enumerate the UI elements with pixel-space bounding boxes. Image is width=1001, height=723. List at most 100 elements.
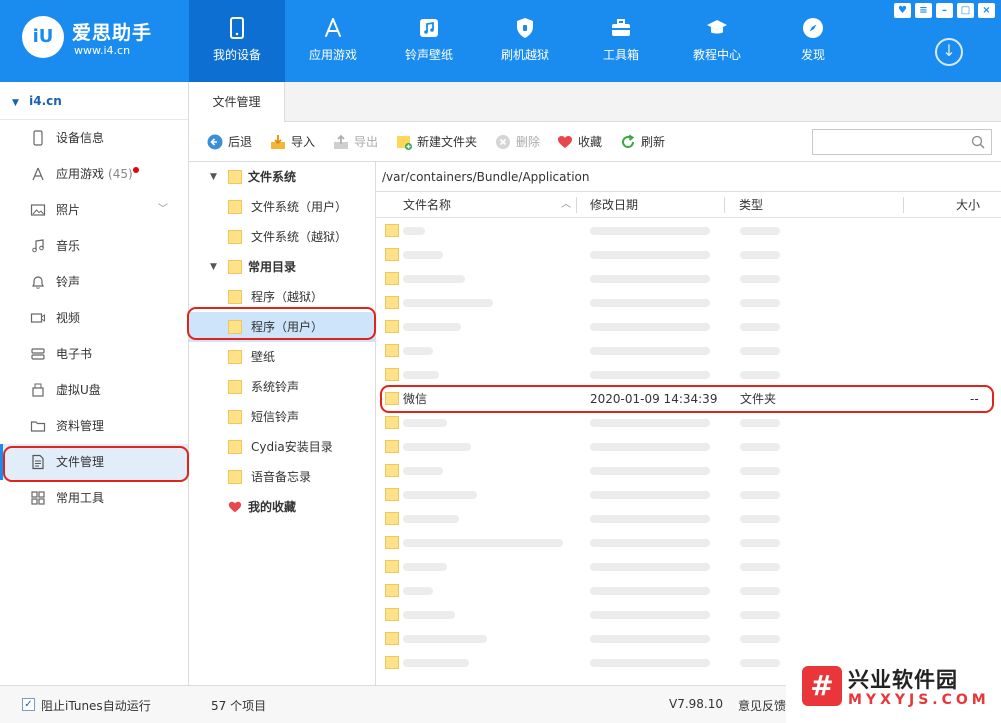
nav-ringtones-wallpapers[interactable]: 铃声壁纸 [381,0,477,82]
watermark-logo: # [802,666,842,706]
tree-item-filesystem-jailbreak[interactable]: 文件系统（越狱） [189,222,375,252]
tree-item-favorites[interactable]: 我的收藏 [189,492,375,522]
col-date[interactable]: 修改日期 [590,192,638,218]
file-row[interactable] [376,459,1001,483]
tree-item-sms-ringtones[interactable]: 短信铃声 [189,402,375,432]
column-divider[interactable] [576,197,577,213]
tree-item-system-ringtones[interactable]: 系统铃声 [189,372,375,402]
tree-item-voice-memos[interactable]: 语音备忘录 [189,462,375,492]
sidebar-item-virtual-usb[interactable]: 虚拟U盘 [0,372,188,408]
file-row[interactable] [376,555,1001,579]
sidebar-item-apps[interactable]: 应用游戏 (45) [0,156,188,192]
file-row[interactable] [376,435,1001,459]
caret-down-icon[interactable]: ▼ [210,162,217,192]
download-icon[interactable]: ↓ [935,38,963,66]
blurred-cell [403,347,433,355]
export-button[interactable]: 导出 [333,133,378,151]
search-icon[interactable] [971,135,985,149]
sidebar-item-data-management[interactable]: 资料管理 [0,408,188,444]
folder-icon [228,350,242,364]
file-row[interactable] [376,315,1001,339]
blurred-cell [403,563,447,571]
nav-flash-jailbreak[interactable]: 刷机越狱 [477,0,573,82]
search-input[interactable] [813,130,963,154]
nav-my-device[interactable]: 我的设备 [189,0,285,82]
sidebar-item-photos[interactable]: 照片 ﹀ [0,192,188,228]
item-count: 57 个项目 [211,699,267,713]
file-row[interactable] [376,411,1001,435]
favorite-button[interactable]: 收藏 [557,133,602,151]
new-folder-button[interactable]: 新建文件夹 [396,133,477,151]
menu-button[interactable]: ≡ [915,3,932,18]
file-row[interactable] [376,531,1001,555]
file-row[interactable] [376,627,1001,651]
music-note-icon [32,239,44,253]
sidebar-item-ringtones[interactable]: 铃声 [0,264,188,300]
blurred-cell [740,323,780,331]
skin-button[interactable]: ♥ [894,3,911,18]
sidebar-item-device-info[interactable]: 设备信息 [0,120,188,156]
import-button[interactable]: 导入 [270,133,315,151]
back-button[interactable]: 后退 [207,133,252,151]
maximize-button[interactable]: □ [957,3,974,18]
file-row[interactable] [376,579,1001,603]
tree-item-common-dirs[interactable]: ▼ 常用目录 [189,252,375,282]
tree-item-wallpaper[interactable]: 壁纸 [189,342,375,372]
col-type[interactable]: 类型 [739,192,763,218]
nav-tutorials[interactable]: 教程中心 [669,0,765,82]
folder-icon [228,470,242,484]
file-row[interactable] [376,291,1001,315]
feedback-link[interactable]: 意见反馈 [738,697,786,714]
tree-item-apps-user[interactable]: 程序（用户） [189,312,375,342]
nav-label: 工具箱 [602,48,639,62]
chevron-down-icon[interactable]: ﹀ [158,192,168,228]
file-list: 微信 2020-01-09 14:34:39 文件夹 -- [376,219,1001,685]
tree-item-filesystem-user[interactable]: 文件系统（用户） [189,192,375,222]
file-row[interactable] [376,339,1001,363]
close-button[interactable]: × [978,3,995,18]
tree-item-cydia[interactable]: Cydia安装目录 [189,432,375,462]
file-row[interactable] [376,243,1001,267]
col-name[interactable]: 文件名称 [403,192,451,218]
tree-item-label: 文件系统（用户） [251,200,348,214]
column-divider[interactable] [724,197,725,213]
logo-badge: iU [22,16,64,58]
nav-apps-games[interactable]: 应用游戏 [285,0,381,82]
sidebar-item-file-management[interactable]: 文件管理 [0,444,188,480]
file-row[interactable] [376,219,1001,243]
sidebar-item-ebooks[interactable]: 电子书 [0,336,188,372]
sidebar-item-music[interactable]: 音乐 [0,228,188,264]
watermark-url: MYXYJS.COM [848,692,990,708]
file-row[interactable] [376,363,1001,387]
file-row[interactable] [376,483,1001,507]
minimize-button[interactable]: – [936,3,953,18]
blurred-cell [740,563,780,571]
sidebar-item-videos[interactable]: 视频 [0,300,188,336]
tree-item-label: 文件系统（越狱） [251,230,348,244]
path-bar[interactable]: /var/containers/Bundle/Application [376,162,1001,192]
file-row[interactable] [376,267,1001,291]
device-header[interactable]: ▼ i4.cn [0,82,188,120]
tree-item-apps-jailbreak[interactable]: 程序（越狱） [189,282,375,312]
caret-down-icon[interactable]: ▼ [210,252,217,282]
folder-icon [385,560,399,573]
tree-item-filesystem[interactable]: ▼ 文件系统 [189,162,375,192]
column-divider[interactable] [903,197,904,213]
sort-up-icon[interactable]: ︿ [561,192,571,218]
tree-item-label: 语音备忘录 [251,470,312,484]
col-size[interactable]: 大小 [956,192,980,218]
refresh-button[interactable]: 刷新 [620,133,665,151]
delete-button[interactable]: 删除 [495,133,540,151]
sidebar-item-tools[interactable]: 常用工具 [0,480,188,516]
itunes-checkbox[interactable]: ✓ [22,698,35,711]
sidebar-item-label: 虚拟U盘 [56,383,101,397]
app-store-icon [325,18,341,37]
file-row[interactable] [376,603,1001,627]
folder-icon [385,416,399,429]
nav-discover[interactable]: 发现 [765,0,861,82]
file-row[interactable] [376,507,1001,531]
tab-file-management[interactable]: 文件管理 [189,82,285,123]
blurred-cell [403,299,493,307]
file-row[interactable]: 微信 2020-01-09 14:34:39 文件夹 -- [376,387,1001,411]
nav-toolbox[interactable]: 工具箱 [573,0,669,82]
